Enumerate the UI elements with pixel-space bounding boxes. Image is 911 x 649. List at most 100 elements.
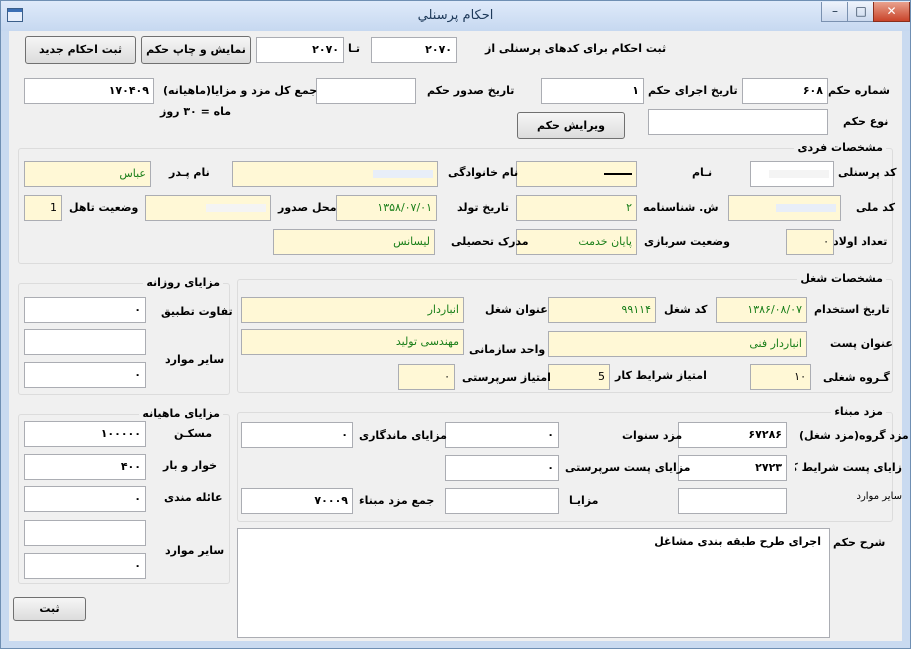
seniority-wage-label: مزد سنوات: [622, 429, 683, 442]
seniority-wage-input[interactable]: ۰: [445, 422, 559, 448]
children-count-input[interactable]: ۰: [786, 229, 834, 255]
base-wage-title: مزد مبناء: [831, 405, 886, 418]
post-condition-benefit-label: زایای پست شرایط کار: [795, 461, 902, 474]
adjustment-diff-input[interactable]: ۰: [24, 297, 146, 323]
post-supervision-benefit-label: مزایای پست سرپرستی: [565, 461, 691, 474]
retention-benefit-label: مزایای ماندگاری: [359, 429, 447, 442]
job-info-title: مشخصات شغل: [797, 272, 886, 285]
edit-order-button[interactable]: ویرایش حکم: [517, 112, 625, 139]
monthly-benefits-title: مزایای ماهیانه: [139, 407, 223, 420]
job-code-input[interactable]: ۹۹۱۱۴: [548, 297, 656, 323]
from-code-input[interactable]: ۲۰۷۰: [371, 37, 457, 63]
issue-place-input[interactable]: [145, 195, 271, 221]
birth-date-input[interactable]: ۱۳۵۸/۰۷/۰۱: [336, 195, 437, 221]
job-title-input[interactable]: انباردار: [241, 297, 464, 323]
base-total-label: جمع مزد مبناء: [359, 494, 435, 507]
total-note: ماه = ۳۰ روز: [160, 105, 232, 118]
national-code-label: کد ملی: [856, 201, 896, 214]
work-condition-label: امتیاز شرایط کار: [615, 369, 707, 382]
order-type-label: نوع حکم: [843, 115, 889, 128]
family-name-input[interactable]: [232, 161, 438, 187]
children-count-label: تعداد اولاد: [833, 235, 888, 248]
to-label: تـا: [348, 42, 361, 55]
group-wage-input[interactable]: ۶۷۲۸۶: [678, 422, 787, 448]
issue-date-input[interactable]: [316, 78, 416, 104]
new-order-button[interactable]: ثبت احکام جدید: [25, 36, 136, 64]
degree-label: مدرک تحصیلی: [451, 235, 529, 248]
birth-date-label: تاریخ تولد: [457, 201, 509, 214]
exec-date-label: تاریخ اجرای حکم: [648, 84, 738, 97]
supervision-score-label: امتیاز سرپرستی: [462, 371, 551, 384]
org-unit-input[interactable]: مهندسی تولید: [241, 329, 464, 355]
marital-status-input[interactable]: 1: [24, 195, 62, 221]
benefits-input[interactable]: [445, 488, 559, 514]
family-allowance-input[interactable]: ۰: [24, 486, 146, 512]
personnel-code-label: کد پرسنلی: [838, 166, 897, 179]
monthly-other-label: سایر موارد: [165, 544, 225, 557]
adjustment-diff-label: تفاوت تطبیق: [161, 305, 233, 318]
order-description-textarea[interactable]: اجرای طرح طبقه بندی مشاغل: [237, 528, 830, 638]
title-bar: احکام پرسنلي – □ ✕: [1, 1, 910, 31]
issue-place-label: محل صدور: [278, 201, 337, 214]
degree-input[interactable]: لیسانس: [273, 229, 435, 255]
work-condition-input[interactable]: 5: [548, 364, 610, 390]
job-group-input[interactable]: ۱۰: [750, 364, 811, 390]
exec-date-input[interactable]: ۱: [541, 78, 644, 104]
father-name-label: نام پـدر: [169, 166, 210, 179]
personal-info-title: مشخصات فردی: [794, 141, 886, 154]
personnel-code-input[interactable]: [750, 161, 834, 187]
id-number-label: ش. شناسنامه: [643, 201, 719, 214]
order-number-input[interactable]: ۶۰۸: [742, 78, 828, 104]
post-title-input[interactable]: انباردار فنی: [548, 331, 807, 357]
daily-other-input-1[interactable]: [24, 329, 146, 355]
hire-date-label: تاریخ استخدام: [814, 303, 890, 316]
daily-benefits-title: مزایای روزانه: [143, 276, 223, 289]
id-number-input[interactable]: ۲: [516, 195, 637, 221]
family-allowance-label: عائله مندی: [164, 491, 223, 504]
wage-other-label: سایر موارد: [856, 491, 903, 502]
total-input[interactable]: ۱۷۰۴۰۹: [24, 78, 154, 104]
form-body: ثبت احکام برای کدهای پرسنلی از ۲۰۷۰ تـا …: [9, 31, 909, 641]
show-print-button[interactable]: نمایش و چاپ حکم: [141, 36, 251, 64]
family-name-label: نام خانوادگی: [448, 166, 519, 179]
save-button[interactable]: ثبت: [13, 597, 86, 621]
maximize-icon[interactable]: □: [847, 2, 875, 22]
order-type-input[interactable]: [648, 109, 828, 135]
housing-label: مسکـن: [174, 427, 213, 440]
military-status-input[interactable]: پایان خدمت: [516, 229, 637, 255]
order-description-label: شرح حکم: [833, 536, 886, 549]
national-code-input[interactable]: [728, 195, 841, 221]
main-window: احکام پرسنلي – □ ✕ ثبت احکام برای کدهای …: [0, 0, 911, 649]
post-supervision-benefit-input[interactable]: ۰: [445, 455, 559, 481]
post-title-label: عنوان پست: [830, 337, 893, 350]
military-status-label: وضعیت سربازی: [644, 235, 730, 248]
father-name-input[interactable]: عباس: [24, 161, 151, 187]
food-input[interactable]: ۴۰۰: [24, 454, 146, 480]
daily-other-input-2[interactable]: ۰: [24, 362, 146, 388]
issue-date-label: تاریخ صدور حکم: [427, 84, 515, 97]
hire-date-input[interactable]: ۱۳۸۶/۰۸/۰۷: [716, 297, 807, 323]
close-icon[interactable]: ✕: [873, 2, 910, 22]
food-label: خوار و بار: [163, 459, 218, 472]
order-number-label: شماره حکم: [828, 84, 890, 97]
job-code-label: کد شغل: [664, 303, 708, 316]
register-range-label: ثبت احکام برای کدهای پرسنلی از: [485, 42, 667, 55]
first-name-label: نـام: [692, 166, 713, 179]
group-wage-label: مزد گروه(مزد شغل): [799, 429, 909, 442]
housing-input[interactable]: ۱۰۰۰۰۰: [24, 421, 146, 447]
monthly-other-input-1[interactable]: [24, 520, 146, 546]
minimize-icon[interactable]: –: [821, 2, 849, 22]
job-title-label: عنوان شغل: [485, 303, 548, 316]
post-condition-benefit-input[interactable]: ۲۷۲۳: [678, 455, 787, 481]
supervision-score-input[interactable]: ۰: [398, 364, 455, 390]
to-code-input[interactable]: ۲۰۷۰: [256, 37, 344, 63]
retention-benefit-input[interactable]: ۰: [241, 422, 353, 448]
daily-other-label: سایر موارد: [165, 353, 225, 366]
total-label: جمع کل مزد و مزایا(ماهیانه): [163, 84, 318, 97]
window-title: احکام پرسنلي: [417, 8, 494, 23]
base-total-input[interactable]: ۷۰۰۰۹: [241, 488, 353, 514]
wage-other-input[interactable]: [678, 488, 787, 514]
monthly-other-input-2[interactable]: ۰: [24, 553, 146, 579]
org-unit-label: واحد سازمانی: [469, 343, 546, 356]
first-name-input[interactable]: [516, 161, 637, 187]
